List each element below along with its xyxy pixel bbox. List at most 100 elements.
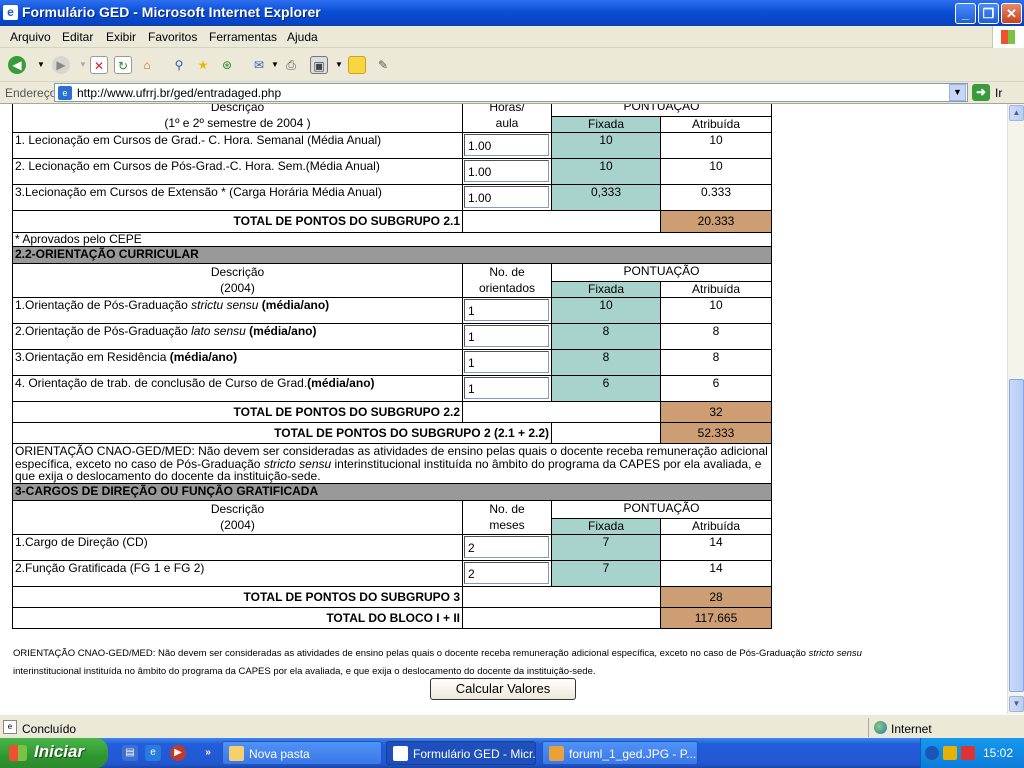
table-row: 2.Função Gratificada (FG 1 e FG 2) 2 7 1… bbox=[12, 559, 773, 587]
restore-button[interactable]: ❐ bbox=[978, 3, 999, 24]
menu-editar[interactable]: Editar bbox=[62, 30, 93, 44]
quicklaunch-media-icon[interactable]: ▶ bbox=[170, 745, 186, 761]
discuss-icon[interactable] bbox=[348, 56, 366, 74]
fixada-header: Fixada bbox=[551, 517, 661, 535]
back-icon[interactable]: ◀ bbox=[8, 56, 26, 74]
row-label: 2.Função Gratificada (FG 1 e FG 2) bbox=[12, 559, 463, 587]
home-icon[interactable]: ⌂ bbox=[138, 56, 156, 74]
months-input[interactable]: 2 bbox=[464, 535, 549, 558]
fixed-value: 10 bbox=[551, 132, 661, 159]
row-label: 3.Orientação em Residência (média/ano) bbox=[12, 349, 463, 376]
page-done-icon: e bbox=[3, 720, 17, 734]
edit-dropdown-icon[interactable]: ▼ bbox=[330, 56, 348, 74]
menu-exibir[interactable]: Exibir bbox=[106, 30, 136, 44]
edit-icon[interactable]: ▣ bbox=[310, 56, 328, 74]
total-2-label: TOTAL DE PONTOS DO SUBGRUPO 2 (2.1 + 2.2… bbox=[12, 422, 552, 444]
meses-header: No. de meses bbox=[462, 499, 552, 535]
folder-icon bbox=[229, 746, 244, 761]
stop-icon[interactable]: ✕ bbox=[90, 56, 108, 74]
menu-ajuda[interactable]: Ajuda bbox=[287, 30, 318, 44]
atribuida-header: Atribuída bbox=[659, 116, 773, 133]
fixed-value: 8 bbox=[551, 323, 661, 350]
quicklaunch-ie-icon[interactable]: e bbox=[145, 745, 161, 761]
go-button[interactable]: Ir bbox=[995, 86, 1002, 100]
assigned-value: 10 bbox=[659, 158, 773, 185]
favorites-icon[interactable]: ★ bbox=[194, 56, 212, 74]
menu-ferramentas[interactable]: Ferramentas bbox=[209, 30, 277, 44]
address-dropdown-icon[interactable]: ▼ bbox=[949, 84, 966, 101]
scroll-up-icon[interactable]: ▲ bbox=[1009, 105, 1024, 121]
count-input[interactable]: 1 bbox=[464, 325, 549, 347]
total-21-value: 20.333 bbox=[659, 210, 773, 233]
back-dropdown-icon[interactable]: ▼ bbox=[32, 56, 50, 74]
calculate-button[interactable]: Calcular Valores bbox=[430, 678, 576, 700]
minimize-button[interactable]: _ bbox=[955, 3, 976, 24]
orientation-note: ORIENTAÇÃO CNAO-GED/MED: Não devem ser c… bbox=[11, 443, 773, 484]
row-label: 4. Orientação de trab. de conclusão de C… bbox=[12, 375, 463, 402]
close-button[interactable]: ✕ bbox=[1001, 3, 1022, 24]
months-input[interactable]: 2 bbox=[464, 561, 549, 584]
print-icon[interactable]: ⎙ bbox=[282, 56, 300, 74]
fixed-value: 0,333 bbox=[551, 184, 661, 211]
address-label: Endereço bbox=[5, 86, 57, 100]
pontuacao-header: PONTUAÇÃO bbox=[550, 263, 773, 282]
hours-header: Horas/aula bbox=[462, 104, 552, 133]
messenger-icon[interactable]: ✎ bbox=[374, 56, 392, 74]
hours-input[interactable]: 1.00 bbox=[464, 186, 549, 208]
tray-power-icon[interactable] bbox=[943, 746, 957, 760]
assigned-value: 10 bbox=[659, 132, 773, 159]
tray-collapse-icon[interactable] bbox=[925, 746, 939, 760]
vertical-scrollbar[interactable]: ▲ ▼ bbox=[1007, 104, 1024, 714]
address-input[interactable]: e http://www.ufrrj.br/ged/entradaged.php bbox=[54, 83, 968, 102]
go-arrow-icon[interactable]: ➜ bbox=[972, 84, 990, 101]
table-row: 2. Lecionação em Cursos de Pós-Grad.-C. … bbox=[12, 158, 773, 185]
task-paint[interactable]: foruml_1_ged.JPG - P... bbox=[542, 741, 698, 765]
title-bar: e Formulário GED - Microsoft Internet Ex… bbox=[0, 0, 1024, 26]
ie-document-icon: e bbox=[3, 5, 18, 20]
assigned-value: 8 bbox=[659, 349, 773, 376]
forward-icon[interactable]: ▶ bbox=[52, 56, 70, 74]
windows-flag-icon bbox=[9, 745, 27, 761]
fixed-value: 10 bbox=[551, 297, 661, 324]
count-input[interactable]: 1 bbox=[464, 377, 549, 399]
table-row: 3.Lecionação em Cursos de Extensão * (Ca… bbox=[12, 184, 773, 211]
menu-arquivo[interactable]: Arquivo bbox=[10, 30, 51, 44]
total-bloco-label: TOTAL DO BLOCO I + II bbox=[12, 606, 463, 629]
zone-label: Internet bbox=[891, 722, 932, 736]
windows-logo-icon bbox=[992, 26, 1024, 48]
fixed-value: 8 bbox=[551, 349, 661, 376]
fixed-value: 7 bbox=[551, 559, 661, 587]
cepe-note: * Aprovados pelo CEPE bbox=[11, 232, 773, 247]
address-bar: Endereço e http://www.ufrrj.br/ged/entra… bbox=[0, 82, 1024, 104]
quicklaunch-more-icon[interactable]: » bbox=[200, 745, 216, 761]
quicklaunch-desktop-icon[interactable]: ▤ bbox=[122, 745, 138, 761]
total-2-value: 52.333 bbox=[659, 422, 773, 444]
search-icon[interactable]: ⚲ bbox=[170, 56, 188, 74]
scroll-thumb[interactable] bbox=[1009, 379, 1024, 692]
table-row: 1.Cargo de Direção (CD) 2 7 14 bbox=[12, 533, 773, 561]
section-22-heading: 2.2-ORIENTAÇÃO CURRICULAR bbox=[11, 246, 773, 264]
assigned-value: 0.333 bbox=[659, 184, 773, 211]
hours-input[interactable]: 1.00 bbox=[464, 160, 549, 182]
count-input[interactable]: 1 bbox=[464, 351, 549, 373]
history-icon[interactable]: ⊛ bbox=[218, 56, 236, 74]
table-row: 2.Orientação de Pós-Graduação lato sensu… bbox=[12, 323, 773, 350]
start-button[interactable]: Iniciar bbox=[0, 738, 108, 768]
refresh-icon[interactable]: ↻ bbox=[114, 56, 132, 74]
footer-orientation-note: ORIENTAÇÃO CNAO-GED/MED: Não devem ser c… bbox=[13, 648, 862, 677]
tray-security-icon[interactable] bbox=[961, 746, 975, 760]
menu-favoritos[interactable]: Favoritos bbox=[148, 30, 197, 44]
atribuida-header: Atribuída bbox=[659, 517, 773, 535]
toolbar: ◀ ▼ ▶ ▼ ✕ ↻ ⌂ ⚲ ★ ⊛ ✉ ▼ ⎙ ▣ ▼ ✎ bbox=[0, 48, 1024, 82]
total-3-value: 28 bbox=[659, 585, 773, 608]
taskbar: Iniciar ▤ e ▶ » Nova pasta Formulário GE… bbox=[0, 738, 1024, 768]
hours-input[interactable]: 1.00 bbox=[464, 134, 549, 156]
fixada-header: Fixada bbox=[551, 281, 661, 298]
task-nova-pasta[interactable]: Nova pasta bbox=[222, 741, 382, 765]
total-3-label: TOTAL DE PONTOS DO SUBGRUPO 3 bbox=[12, 585, 463, 608]
count-input[interactable]: 1 bbox=[464, 299, 549, 321]
scroll-down-icon[interactable]: ▼ bbox=[1009, 696, 1024, 712]
window-title: Formulário GED - Microsoft Internet Expl… bbox=[22, 4, 321, 20]
task-formulario-ged[interactable]: Formulário GED - Micr... bbox=[386, 741, 536, 765]
fixed-value: 6 bbox=[551, 375, 661, 402]
